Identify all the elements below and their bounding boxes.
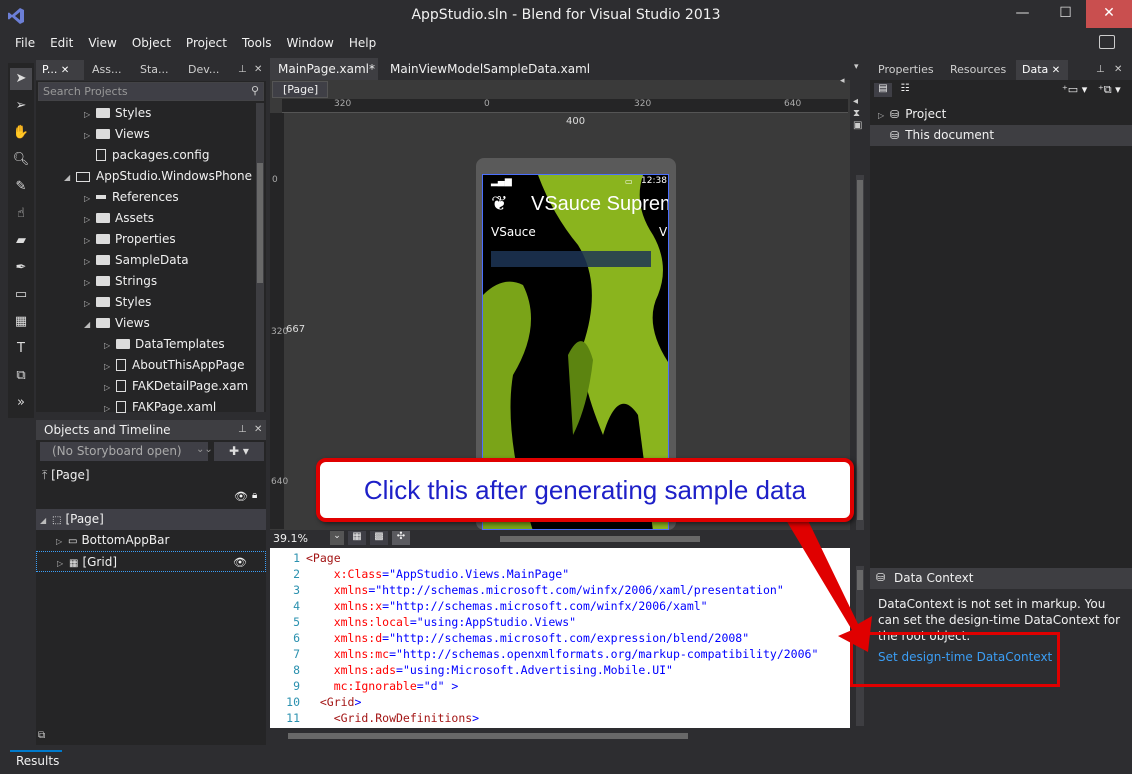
callout-text: Click this after generating sample data — [363, 475, 807, 505]
callout-box: Click this after generating sample data — [316, 458, 854, 522]
highlight-box — [850, 632, 1060, 687]
